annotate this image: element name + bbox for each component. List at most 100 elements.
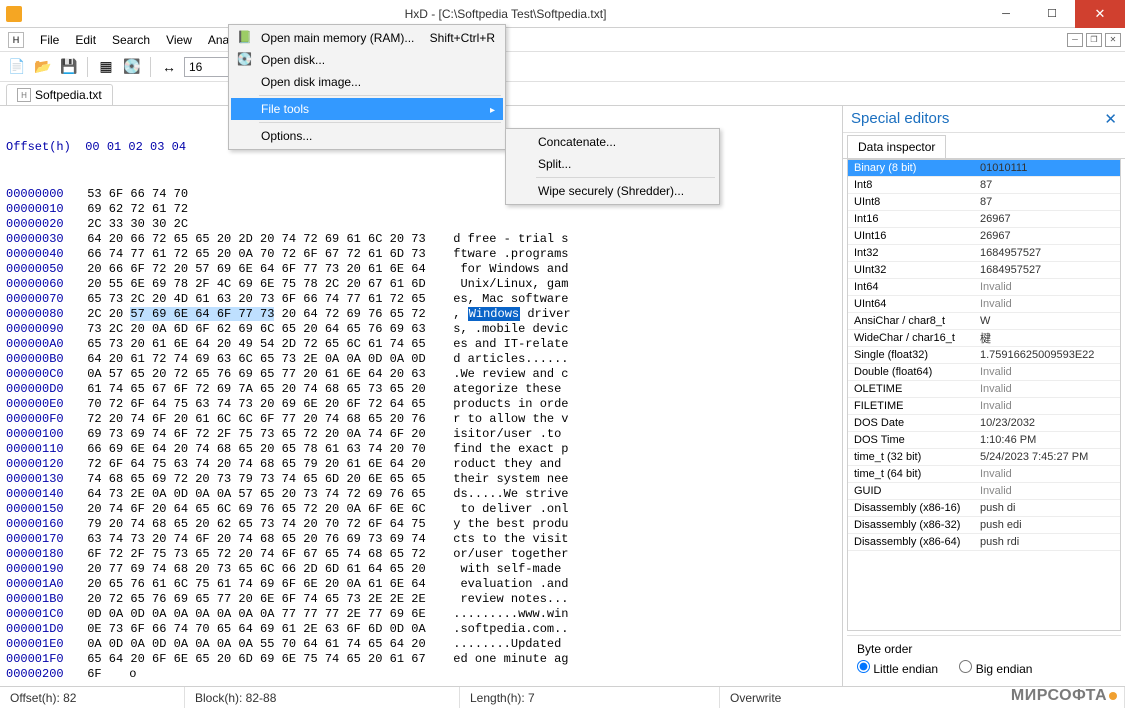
menu-item-edit[interactable]: Edit xyxy=(67,30,104,50)
ram-icon[interactable]: ▦ xyxy=(95,56,117,78)
mdi-icon: H xyxy=(8,32,24,48)
file-tab[interactable]: H Softpedia.txt xyxy=(6,84,113,105)
hex-row[interactable]: 000001A0 20 65 76 61 6C 75 61 74 69 6F 6… xyxy=(6,577,836,592)
special-editors-panel: Special editors ✕ Data inspector Binary … xyxy=(842,106,1125,686)
hex-row[interactable]: 00000050 20 66 6F 72 20 57 69 6E 64 6F 7… xyxy=(6,262,836,277)
hex-row[interactable]: 00000200 6F o xyxy=(6,667,836,682)
new-file-icon[interactable]: 📄 xyxy=(6,56,28,78)
hex-row[interactable]: 00000160 79 20 74 68 65 20 62 65 73 74 2… xyxy=(6,517,836,532)
mdi-close-button[interactable]: ✕ xyxy=(1105,33,1121,47)
byte-width-input[interactable] xyxy=(184,57,234,77)
inspector-row[interactable]: UInt887 xyxy=(848,194,1120,211)
special-editors-title: Special editors xyxy=(851,110,949,128)
hex-row[interactable]: 00000080 2C 20 57 69 6E 64 6F 77 73 20 6… xyxy=(6,307,836,322)
inspector-row[interactable]: OLETIMEInvalid xyxy=(848,381,1120,398)
menu-item-view[interactable]: View xyxy=(158,30,200,50)
hex-row[interactable]: 00000180 6F 72 2F 75 73 65 72 20 74 6F 6… xyxy=(6,547,836,562)
data-inspector: Binary (8 bit)01010111Int887UInt887Int16… xyxy=(847,159,1121,631)
inspector-row[interactable]: AnsiChar / char8_tW xyxy=(848,313,1120,330)
hex-row[interactable]: 000001C0 0D 0A 0D 0A 0A 0A 0A 0A 0A 77 7… xyxy=(6,607,836,622)
inspector-row[interactable]: time_t (32 bit)5/24/2023 7:45:27 PM xyxy=(848,449,1120,466)
hex-row[interactable]: 00000060 20 55 6E 69 78 2F 4C 69 6E 75 7… xyxy=(6,277,836,292)
inspector-row[interactable]: Int887 xyxy=(848,177,1120,194)
hex-row[interactable]: 000000D0 61 74 65 67 6F 72 69 7A 65 20 7… xyxy=(6,382,836,397)
mdi-min-button[interactable]: ─ xyxy=(1067,33,1083,47)
hex-row[interactable]: 00000150 20 74 6F 20 64 65 6C 69 76 65 7… xyxy=(6,502,836,517)
inspector-row[interactable]: GUIDInvalid xyxy=(848,483,1120,500)
hex-row[interactable]: 000000A0 65 73 20 61 6E 64 20 49 54 2D 7… xyxy=(6,337,836,352)
inspector-row[interactable]: Double (float64)Invalid xyxy=(848,364,1120,381)
toolbar: 📄 📂 💾 ▦ 💽 ↔ ▾ xyxy=(0,52,1125,82)
status-bar: Offset(h): 82 Block(h): 82-88 Length(h):… xyxy=(0,686,1125,708)
inspector-row[interactable]: WideChar / char16_t楗 xyxy=(848,330,1120,347)
window-titlebar: HxD - [C:\Softpedia Test\Softpedia.txt] xyxy=(0,0,1125,28)
hex-row[interactable]: 00000070 65 73 2C 20 4D 61 63 20 73 6F 6… xyxy=(6,292,836,307)
menubar: H FileEditSearchViewAnalysisToolsWindowH… xyxy=(0,28,1125,52)
maximize-button[interactable] xyxy=(1029,0,1075,28)
disk-icon[interactable]: 💽 xyxy=(121,56,143,78)
inspector-row[interactable]: Int64Invalid xyxy=(848,279,1120,296)
inspector-row[interactable]: DOS Date10/23/2032 xyxy=(848,415,1120,432)
inspector-row[interactable]: time_t (64 bit)Invalid xyxy=(848,466,1120,483)
save-icon[interactable]: 💾 xyxy=(58,56,80,78)
minimize-button[interactable] xyxy=(983,0,1029,28)
hex-row[interactable]: 00000100 69 73 69 74 6F 72 2F 75 73 65 7… xyxy=(6,427,836,442)
inspector-row[interactable]: UInt321684957527 xyxy=(848,262,1120,279)
inspector-row[interactable]: DOS Time1:10:46 PM xyxy=(848,432,1120,449)
hex-row[interactable]: 000000B0 64 20 61 72 74 69 63 6C 65 73 2… xyxy=(6,352,836,367)
file-tools-item[interactable]: Concatenate... xyxy=(508,131,717,153)
hex-row[interactable]: 000001D0 0E 73 6F 66 74 70 65 64 69 61 2… xyxy=(6,622,836,637)
inspector-row[interactable]: Int1626967 xyxy=(848,211,1120,228)
inspector-row[interactable]: Disassembly (x86-16)push di xyxy=(848,500,1120,517)
hex-row[interactable]: 000001E0 0A 0D 0A 0D 0A 0A 0A 0A 55 70 6… xyxy=(6,637,836,652)
tools-menu-item[interactable]: Open disk image... xyxy=(231,71,503,93)
hex-row[interactable]: 00000040 66 74 77 61 72 65 20 0A 70 72 6… xyxy=(6,247,836,262)
menu-item-search[interactable]: Search xyxy=(104,30,158,50)
inspector-row[interactable]: Int321684957527 xyxy=(848,245,1120,262)
refresh-icon[interactable]: ↔ xyxy=(158,56,180,78)
inspector-row[interactable]: FILETIMEInvalid xyxy=(848,398,1120,415)
mdi-restore-button[interactable]: ❐ xyxy=(1086,33,1102,47)
tools-menu-item[interactable]: Options... xyxy=(231,125,503,147)
hex-row[interactable]: 000000C0 0A 57 65 20 72 65 76 69 65 77 2… xyxy=(6,367,836,382)
little-endian-radio[interactable]: Little endian xyxy=(857,662,938,676)
panel-close-icon[interactable]: ✕ xyxy=(1104,110,1117,128)
hex-row[interactable]: 00000090 73 2C 20 0A 6D 6F 62 69 6C 65 2… xyxy=(6,322,836,337)
hex-row[interactable]: 00000120 72 6F 64 75 63 74 20 74 68 65 7… xyxy=(6,457,836,472)
data-inspector-tab[interactable]: Data inspector xyxy=(847,135,946,158)
hex-row[interactable]: 00000140 64 73 2E 0A 0D 0A 0A 57 65 20 7… xyxy=(6,487,836,502)
hex-row[interactable]: 000001F0 65 64 20 6F 6E 65 20 6D 69 6E 7… xyxy=(6,652,836,667)
big-endian-radio[interactable]: Big endian xyxy=(959,662,1032,676)
inspector-row[interactable]: Single (float32)1.75916625009593E22 xyxy=(848,347,1120,364)
file-tabs: H Softpedia.txt xyxy=(0,82,1125,106)
menu-item-file[interactable]: File xyxy=(32,30,67,50)
tools-menu-item[interactable]: File tools xyxy=(231,98,503,120)
file-icon: H xyxy=(17,88,31,102)
hex-row[interactable]: 00000130 74 68 65 69 72 20 73 79 73 74 6… xyxy=(6,472,836,487)
tools-menu-item[interactable]: 📗Open main memory (RAM)...Shift+Ctrl+R xyxy=(231,27,503,49)
inspector-row[interactable]: Disassembly (x86-64)push rdi xyxy=(848,534,1120,551)
file-tools-submenu: Concatenate...Split... Wipe securely (Shr… xyxy=(505,128,720,205)
hex-row[interactable]: 000000F0 72 20 74 6F 20 61 6C 6C 6F 77 2… xyxy=(6,412,836,427)
close-button[interactable] xyxy=(1075,0,1125,28)
hex-row[interactable]: 00000030 64 20 66 72 65 65 20 2D 20 74 7… xyxy=(6,232,836,247)
hex-row[interactable]: 000001B0 20 72 65 76 69 65 77 20 6E 6F 7… xyxy=(6,592,836,607)
byte-order-group: Byte order Little endian Big endian xyxy=(847,635,1121,682)
hex-row[interactable]: 00000020 2C 33 30 30 2C xyxy=(6,217,836,232)
file-tab-label: Softpedia.txt xyxy=(35,88,102,102)
hex-row[interactable]: 00000170 63 74 73 20 74 6F 20 74 68 65 2… xyxy=(6,532,836,547)
inspector-row[interactable]: Disassembly (x86-32)push edi xyxy=(848,517,1120,534)
inspector-row[interactable]: Binary (8 bit)01010111 xyxy=(848,160,1120,177)
status-length: Length(h): 7 xyxy=(460,687,720,708)
status-offset: Offset(h): 82 xyxy=(0,687,185,708)
file-tools-item[interactable]: Wipe securely (Shredder)... xyxy=(508,180,717,202)
hex-row[interactable]: 000000E0 70 72 6F 64 75 63 74 73 20 69 6… xyxy=(6,397,836,412)
open-file-icon[interactable]: 📂 xyxy=(32,56,54,78)
byte-order-label: Byte order xyxy=(857,642,1111,656)
inspector-row[interactable]: UInt64Invalid xyxy=(848,296,1120,313)
hex-row[interactable]: 00000110 66 69 6E 64 20 74 68 65 20 65 7… xyxy=(6,442,836,457)
tools-menu-item[interactable]: 💽Open disk... xyxy=(231,49,503,71)
hex-row[interactable]: 00000190 20 77 69 74 68 20 73 65 6C 66 2… xyxy=(6,562,836,577)
inspector-row[interactable]: UInt1626967 xyxy=(848,228,1120,245)
file-tools-item[interactable]: Split... xyxy=(508,153,717,175)
